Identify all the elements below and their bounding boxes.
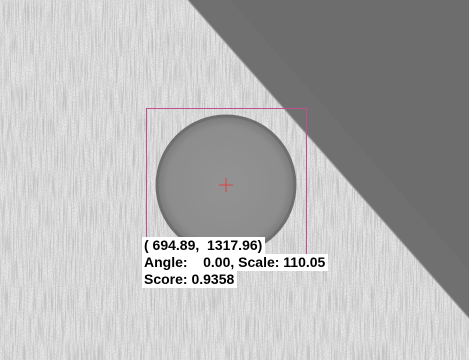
score-readout: Score: 0.9358 [142, 271, 238, 288]
position-readout: ( 694.89, 1317.96) [142, 237, 266, 254]
scale-value: 110.05 [283, 254, 326, 270]
scale-label: Scale: [238, 254, 280, 270]
score-label: Score: [144, 271, 188, 287]
angle-label: Angle: [144, 254, 188, 270]
match-result-readout: ( 694.89, 1317.96) Angle: 0.00, Scale: 1… [142, 237, 329, 288]
angle-value: 0.00 [203, 254, 231, 270]
image-viewer[interactable]: ( 694.89, 1317.96) Angle: 0.00, Scale: 1… [0, 0, 469, 360]
score-value: 0.9358 [191, 271, 235, 287]
angle-scale-readout: Angle: 0.00, Scale: 110.05 [142, 254, 329, 271]
inspection-image [0, 0, 469, 360]
